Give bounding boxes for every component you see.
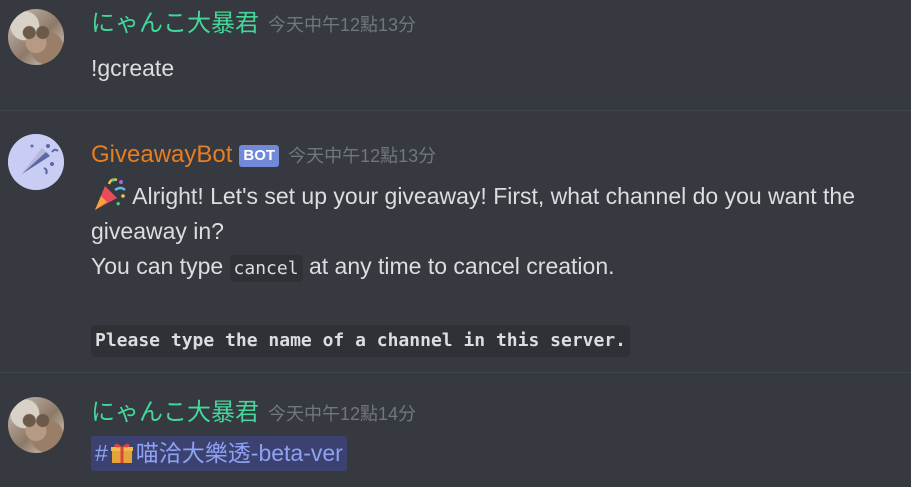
message-content: Alright! Let's set up your giveaway! Fir…: [91, 176, 855, 357]
message-1: にゃんこ大暴君 今天中午12點13分 !gcreate: [0, 0, 911, 110]
message-3: にゃんこ大暴君 今天中午12點14分 # 喵洽大樂透-beta-ver: [0, 372, 911, 487]
gift-icon: [110, 443, 133, 463]
username[interactable]: にゃんこ大暴君: [91, 399, 259, 427]
code-block: Please type the name of a channel in thi…: [91, 325, 631, 357]
message-content: !gcreate: [91, 55, 175, 81]
timestamp[interactable]: 今天中午12點13分: [288, 142, 436, 168]
user-avatar-icon[interactable]: [8, 397, 64, 453]
channel-name: 喵洽大樂透-beta-ver: [135, 440, 343, 466]
username[interactable]: GiveawayBot: [91, 141, 232, 169]
channel-mention[interactable]: # 喵洽大樂透-beta-ver: [91, 436, 347, 471]
channel-hash: #: [95, 440, 108, 466]
user-avatar-icon[interactable]: [8, 9, 64, 65]
message-2: GiveawayBot BOT 今天中午12點13分 Alright! Let'…: [0, 110, 911, 372]
timestamp[interactable]: 今天中午12點13分: [268, 11, 416, 37]
message-text: You can type: [91, 253, 224, 279]
message-text: at any time to cancel creation.: [308, 253, 615, 279]
inline-code: cancel: [229, 255, 303, 282]
username[interactable]: にゃんこ大暴君: [91, 10, 259, 38]
message-line: giveaway in?: [91, 218, 224, 244]
bot-avatar-icon[interactable]: [8, 134, 64, 190]
party-popper-icon: [95, 178, 126, 210]
message-content: # 喵洽大樂透-beta-ver: [91, 436, 347, 471]
bot-tag: BOT: [239, 145, 280, 167]
timestamp[interactable]: 今天中午12點14分: [268, 400, 416, 426]
message-line: Alright! Let's set up your giveaway! Fir…: [132, 183, 856, 209]
